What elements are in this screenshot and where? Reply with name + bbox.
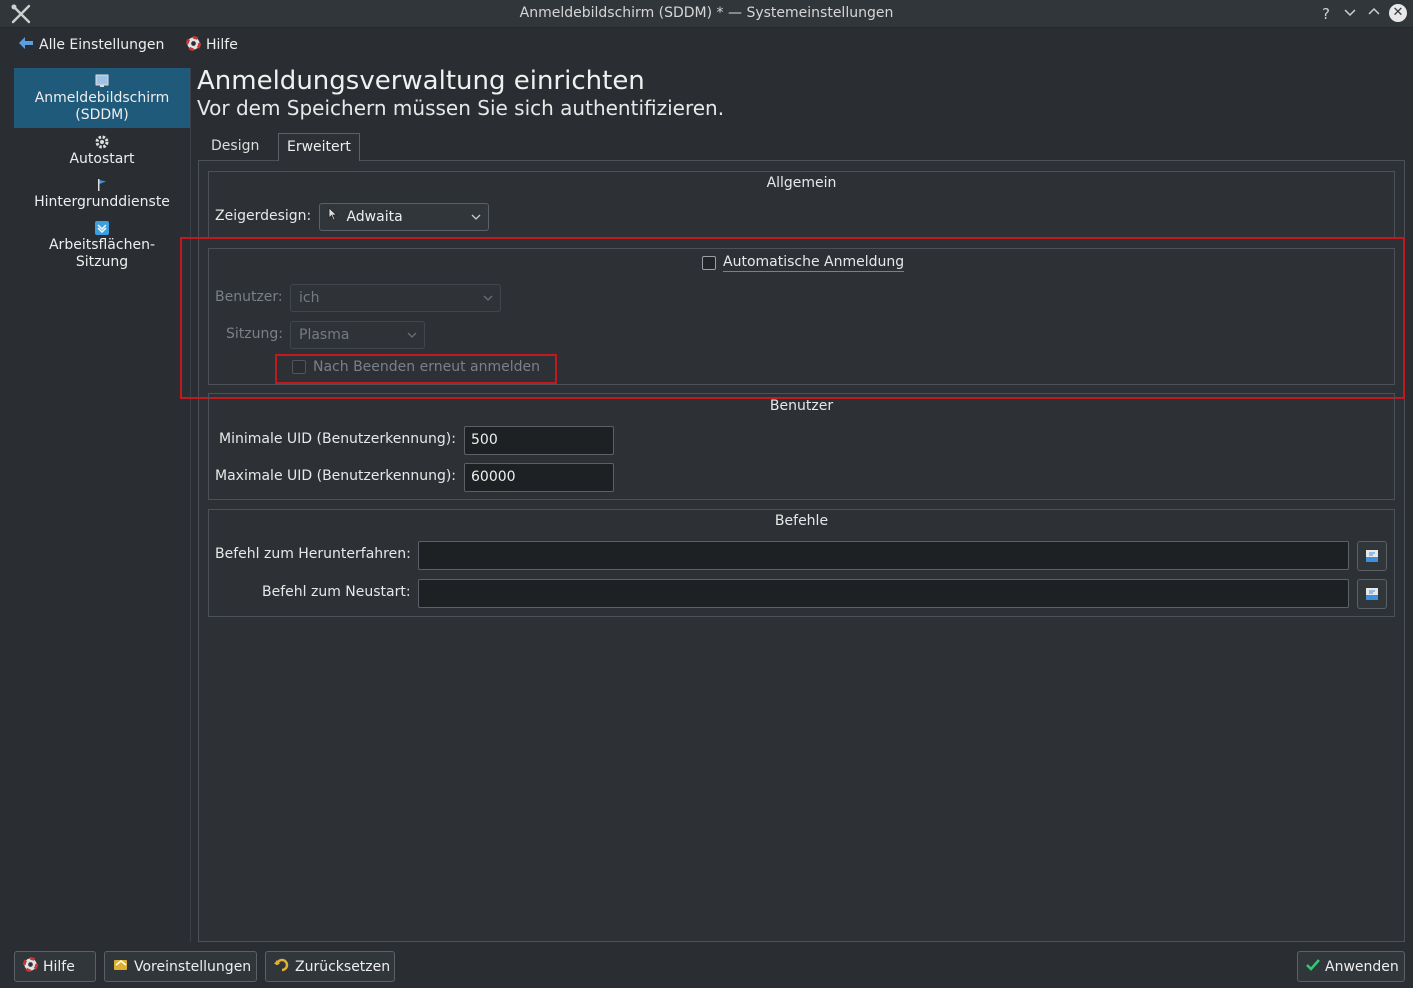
reset-button-label: Zurücksetzen [295, 958, 391, 975]
help-button-label: Hilfe [43, 958, 75, 975]
all-settings-button[interactable]: Alle Einstellungen [18, 34, 164, 56]
apply-button-label: Anwenden [1325, 958, 1399, 975]
open-document-icon [1364, 586, 1380, 602]
help-lifebuoy-icon [186, 35, 201, 55]
cursor-theme-select[interactable]: Adwaita [319, 203, 489, 231]
cursor-theme-label: Zeigerdesign: [215, 208, 312, 224]
cursor-pointer-icon [328, 204, 342, 230]
defaults-button-label: Voreinstellungen [134, 958, 252, 975]
min-uid-input[interactable]: 500 [464, 426, 614, 455]
chevron-down-icon [471, 204, 481, 239]
defaults-button[interactable]: Voreinstellungen [104, 951, 257, 982]
arrow-left-icon [18, 36, 34, 54]
users-group-title: Benutzer [769, 398, 834, 414]
session-icon [94, 220, 110, 236]
reboot-command-label: Befehl zum Neustart: [262, 584, 411, 600]
max-uid-input[interactable]: 60000 [464, 463, 614, 492]
sidebar-item-label: Autostart [69, 151, 135, 167]
toolbar-help-label: Hilfe [206, 37, 238, 53]
all-settings-label: Alle Einstellungen [39, 37, 165, 53]
sidebar-item-background-services[interactable]: Hintergrunddienste [14, 177, 190, 211]
sidebar-item-autostart[interactable]: Autostart [14, 134, 190, 168]
toolbar-help-button[interactable]: Hilfe [186, 34, 238, 56]
help-button[interactable]: Hilfe [14, 951, 96, 982]
halt-open-file-button[interactable] [1357, 541, 1387, 571]
reboot-command-input[interactable] [418, 579, 1349, 608]
checkmark-icon [1306, 958, 1320, 975]
tab-design[interactable]: Design [203, 133, 267, 161]
title-bar: Anmeldebildschirm (SDDM) * — Systemeinst… [0, 0, 1413, 28]
sidebar-item-label: Hintergrunddienste [34, 194, 170, 210]
flag-icon [94, 177, 110, 193]
defaults-icon [113, 957, 129, 976]
reboot-open-file-button[interactable] [1357, 579, 1387, 609]
min-uid-label: Minimale UID (Benutzerkennung): [219, 431, 456, 447]
open-document-icon [1364, 548, 1380, 564]
general-group-title: Allgemein [766, 175, 837, 191]
halt-command-label: Befehl zum Herunterfahren: [215, 546, 411, 562]
halt-command-input[interactable] [418, 541, 1349, 570]
sidebar-item-sddm[interactable]: Anmeldebildschirm (SDDM) [14, 68, 190, 128]
window-title: Anmeldebildschirm (SDDM) * — Systemeinst… [519, 5, 894, 21]
close-icon[interactable]: ✕ [1389, 4, 1407, 22]
tab-advanced[interactable]: Erweitert [278, 133, 360, 161]
sidebar-item-label: Arbeitsflächen- Sitzung [48, 237, 155, 270]
undo-icon [274, 958, 290, 976]
maximize-icon[interactable] [1364, 4, 1384, 24]
help-question-icon[interactable]: ? [1316, 4, 1336, 24]
page-title: Anmeldungsverwaltung einrichten [197, 66, 645, 96]
reset-button[interactable]: Zurücksetzen [265, 951, 395, 982]
page-subtitle: Vor dem Speichern müssen Sie sich authen… [197, 96, 725, 120]
minimize-icon[interactable] [1340, 4, 1360, 24]
highlight-box-relogin [275, 354, 557, 384]
commands-group-title: Befehle [774, 513, 829, 529]
cursor-theme-value: Adwaita [346, 209, 403, 225]
sidebar-item-label: Anmeldebildschirm (SDDM) [34, 90, 170, 123]
help-lifebuoy-icon [23, 957, 38, 976]
apply-button[interactable]: Anwenden [1297, 951, 1405, 982]
sidebar: Anmeldebildschirm (SDDM) Autostart Hinte… [14, 68, 191, 942]
max-uid-label: Maximale UID (Benutzerkennung): [215, 468, 457, 484]
monitor-icon [94, 73, 110, 89]
sidebar-item-desktop-session[interactable]: Arbeitsflächen- Sitzung [14, 220, 190, 271]
gear-icon [94, 134, 110, 150]
